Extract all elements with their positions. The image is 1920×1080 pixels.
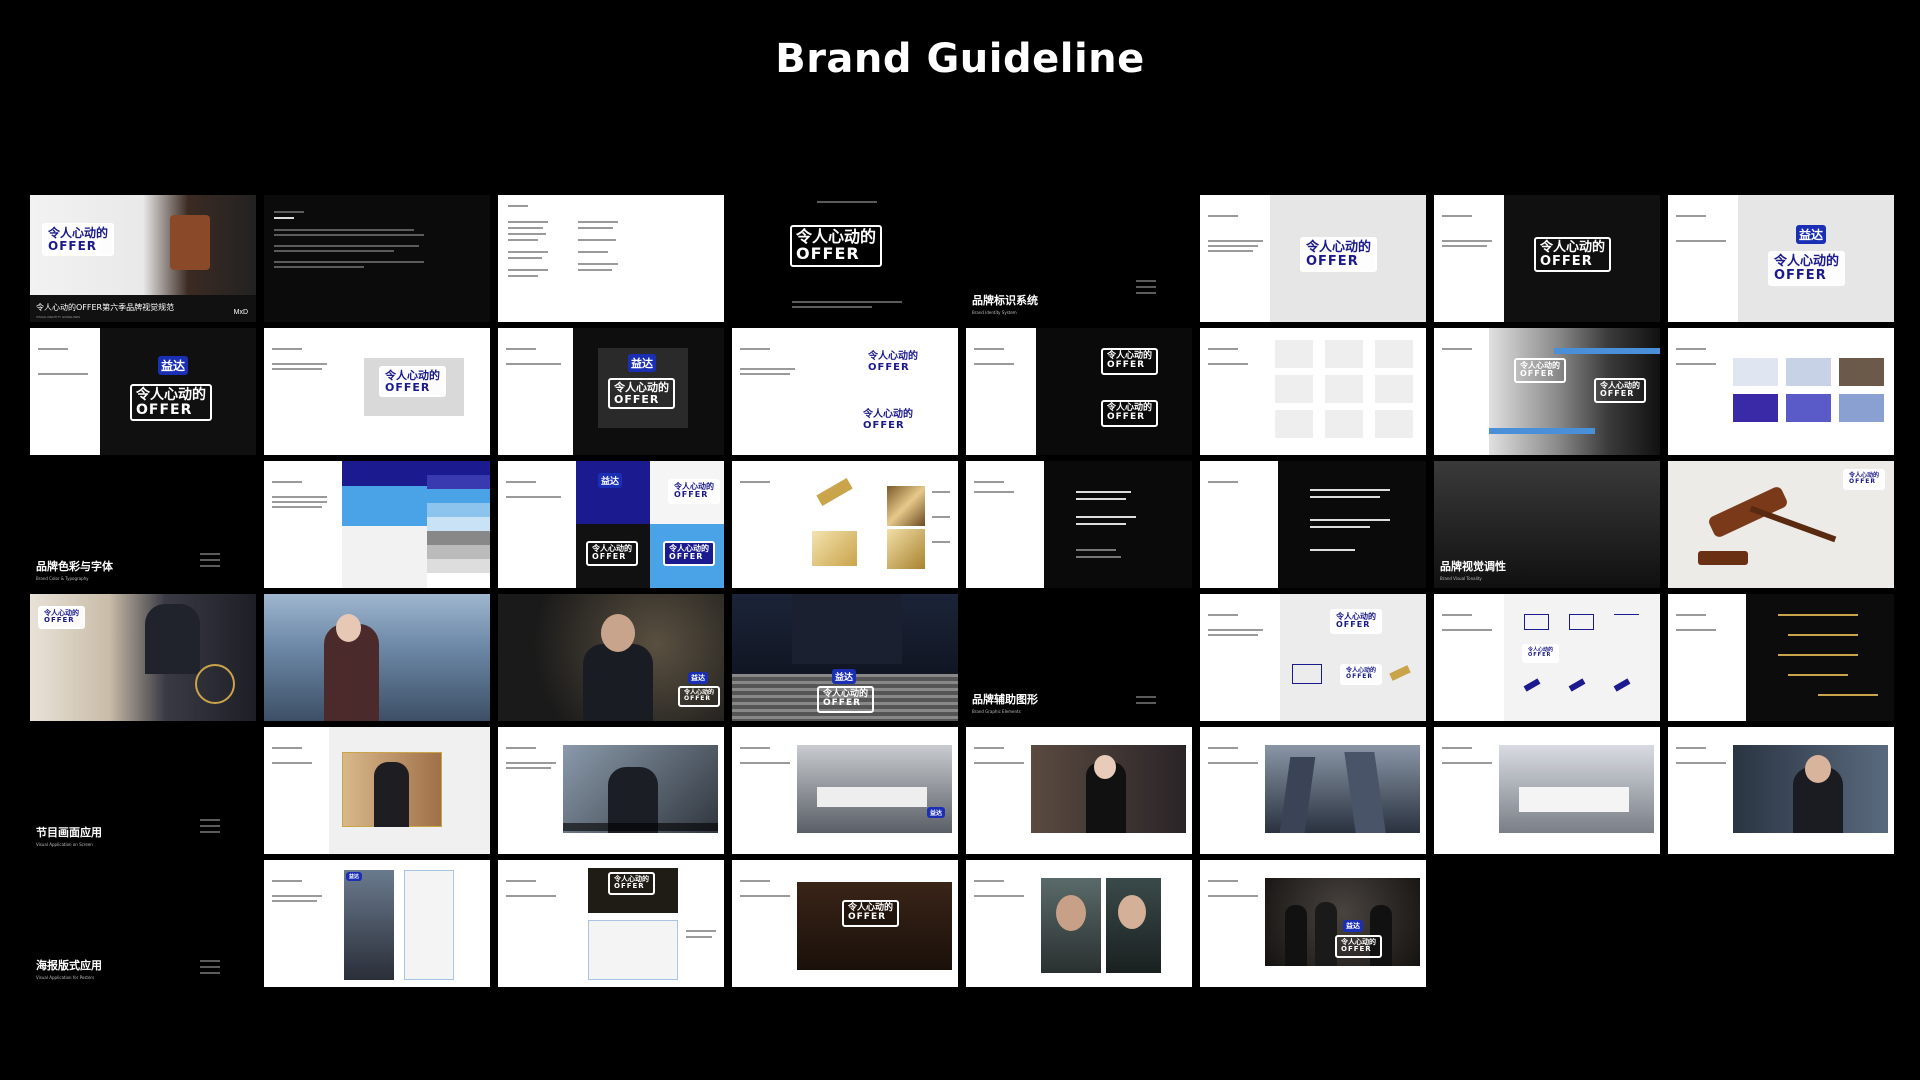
slide-logo-standard[interactable]: 令人心动的 OFFER: [1200, 195, 1426, 322]
slide-poster-courtroom[interactable]: 令人心动的 OFFER: [732, 860, 958, 987]
slide-logo-spacing[interactable]: 令人心动的 OFFER: [264, 328, 490, 455]
section-title: 品牌标识系统: [972, 294, 1038, 307]
slide-typography-en[interactable]: [1200, 461, 1426, 588]
slide-logo-scenes[interactable]: [1668, 328, 1894, 455]
slide-graphic-elements[interactable]: 令人心动的 OFFER 令人心动的 OFFER: [1200, 594, 1426, 721]
section-title: 节目画面应用: [36, 826, 102, 839]
slide-screen-portrait[interactable]: [1668, 727, 1894, 854]
slide-poster-group[interactable]: 益达 令人心动的 OFFER: [1200, 860, 1426, 987]
brand-logo: 令人心动的 OFFER: [42, 223, 115, 257]
slide-logo-spacing-dark[interactable]: 益达 令人心动的 OFFER: [498, 328, 724, 455]
slide-intro[interactable]: [264, 195, 490, 322]
cover-subtitle: VISUAL IDENTITY GUIDELINES: [36, 315, 81, 319]
slide-section-posters[interactable]: 海报版式应用 Visual Application for Posters: [30, 860, 256, 987]
slide-screen-office[interactable]: [1434, 727, 1660, 854]
page-title: Brand Guideline: [775, 36, 1145, 82]
slide-poster-layout[interactable]: 益达: [264, 860, 490, 987]
slide-poster-grid[interactable]: 令人心动的 OFFER: [498, 860, 724, 987]
slide-section-screen[interactable]: 节目画面应用 Visual Application on Screen: [30, 727, 256, 854]
slide-section-identity[interactable]: 品牌标识系统 Brand Identity System: [966, 195, 1192, 322]
slide-screen-city[interactable]: [1200, 727, 1426, 854]
slide-min-size[interactable]: 令人心动的 OFFER 令人心动的 OFFER: [732, 328, 958, 455]
slide-logo-backgrounds[interactable]: 令人心动的 OFFER 令人心动的 OFFER: [1434, 328, 1660, 455]
slide-cobrand-dark[interactable]: 益达 令人心动的 OFFER: [30, 328, 256, 455]
slide-gavel-photo[interactable]: 令人心动的 OFFER: [1668, 461, 1894, 588]
slide-screen-frame[interactable]: [264, 727, 490, 854]
slide-contents[interactable]: [498, 195, 724, 322]
slide-section-graphics[interactable]: 品牌辅助图形 Brand Graphic Elements: [966, 594, 1192, 721]
slide-screen-meeting[interactable]: 益达: [732, 727, 958, 854]
slide-photo-suit[interactable]: 益达 令人心动的 OFFER: [732, 594, 958, 721]
slide-graphic-variants[interactable]: 令人心动的 OFFER: [1434, 594, 1660, 721]
section-title: 品牌辅助图形: [972, 693, 1038, 706]
slide-photo-lawyer[interactable]: 令人心动的 OFFER: [30, 594, 256, 721]
slide-grid: 令人心动的 OFFER 令人心动的OFFER第六季品牌视觉规范 VISUAL ID…: [30, 195, 1894, 991]
slide-screen-interview[interactable]: [966, 727, 1192, 854]
slide-screen-lower-third[interactable]: [498, 727, 724, 854]
slide-section-color[interactable]: 品牌色彩与字体 Brand Color & Typography: [30, 461, 256, 588]
slide-color-logo[interactable]: 益达 令人心动的 OFFER 令人心动的 OFFER 令人心动的 OFFER: [498, 461, 724, 588]
slide-graphic-dark[interactable]: [1668, 594, 1894, 721]
slide-logo-dark[interactable]: 令人心动的 OFFER: [732, 195, 958, 322]
slide-photo-man[interactable]: 益达 令人心动的 OFFER: [498, 594, 724, 721]
section-title: 海报版式应用: [36, 959, 102, 972]
slide-logo-reverse[interactable]: 令人心动的 OFFER: [1434, 195, 1660, 322]
slide-logo-on-dark[interactable]: 令人心动的 OFFER 令人心动的 OFFER: [966, 328, 1192, 455]
section-title: 品牌色彩与字体: [36, 560, 113, 573]
agency-mark: MxD: [233, 309, 248, 316]
slide-photo-woman[interactable]: [264, 594, 490, 721]
cover-title: 令人心动的OFFER第六季品牌视觉规范: [36, 303, 175, 312]
slide-cobrand-logo[interactable]: 益达 令人心动的 OFFER: [1668, 195, 1894, 322]
section-title: 品牌视觉调性: [1440, 560, 1506, 573]
slide-poster-portraits[interactable]: [966, 860, 1192, 987]
slide-gold-material[interactable]: [732, 461, 958, 588]
slide-color-palette[interactable]: [264, 461, 490, 588]
slide-typography[interactable]: [966, 461, 1192, 588]
slide-logo-misuse[interactable]: [1200, 328, 1426, 455]
slide-section-tonality[interactable]: 品牌视觉调性 Brand Visual Tonality: [1434, 461, 1660, 588]
slide-cover[interactable]: 令人心动的 OFFER 令人心动的OFFER第六季品牌视觉规范 VISUAL ID…: [30, 195, 256, 322]
